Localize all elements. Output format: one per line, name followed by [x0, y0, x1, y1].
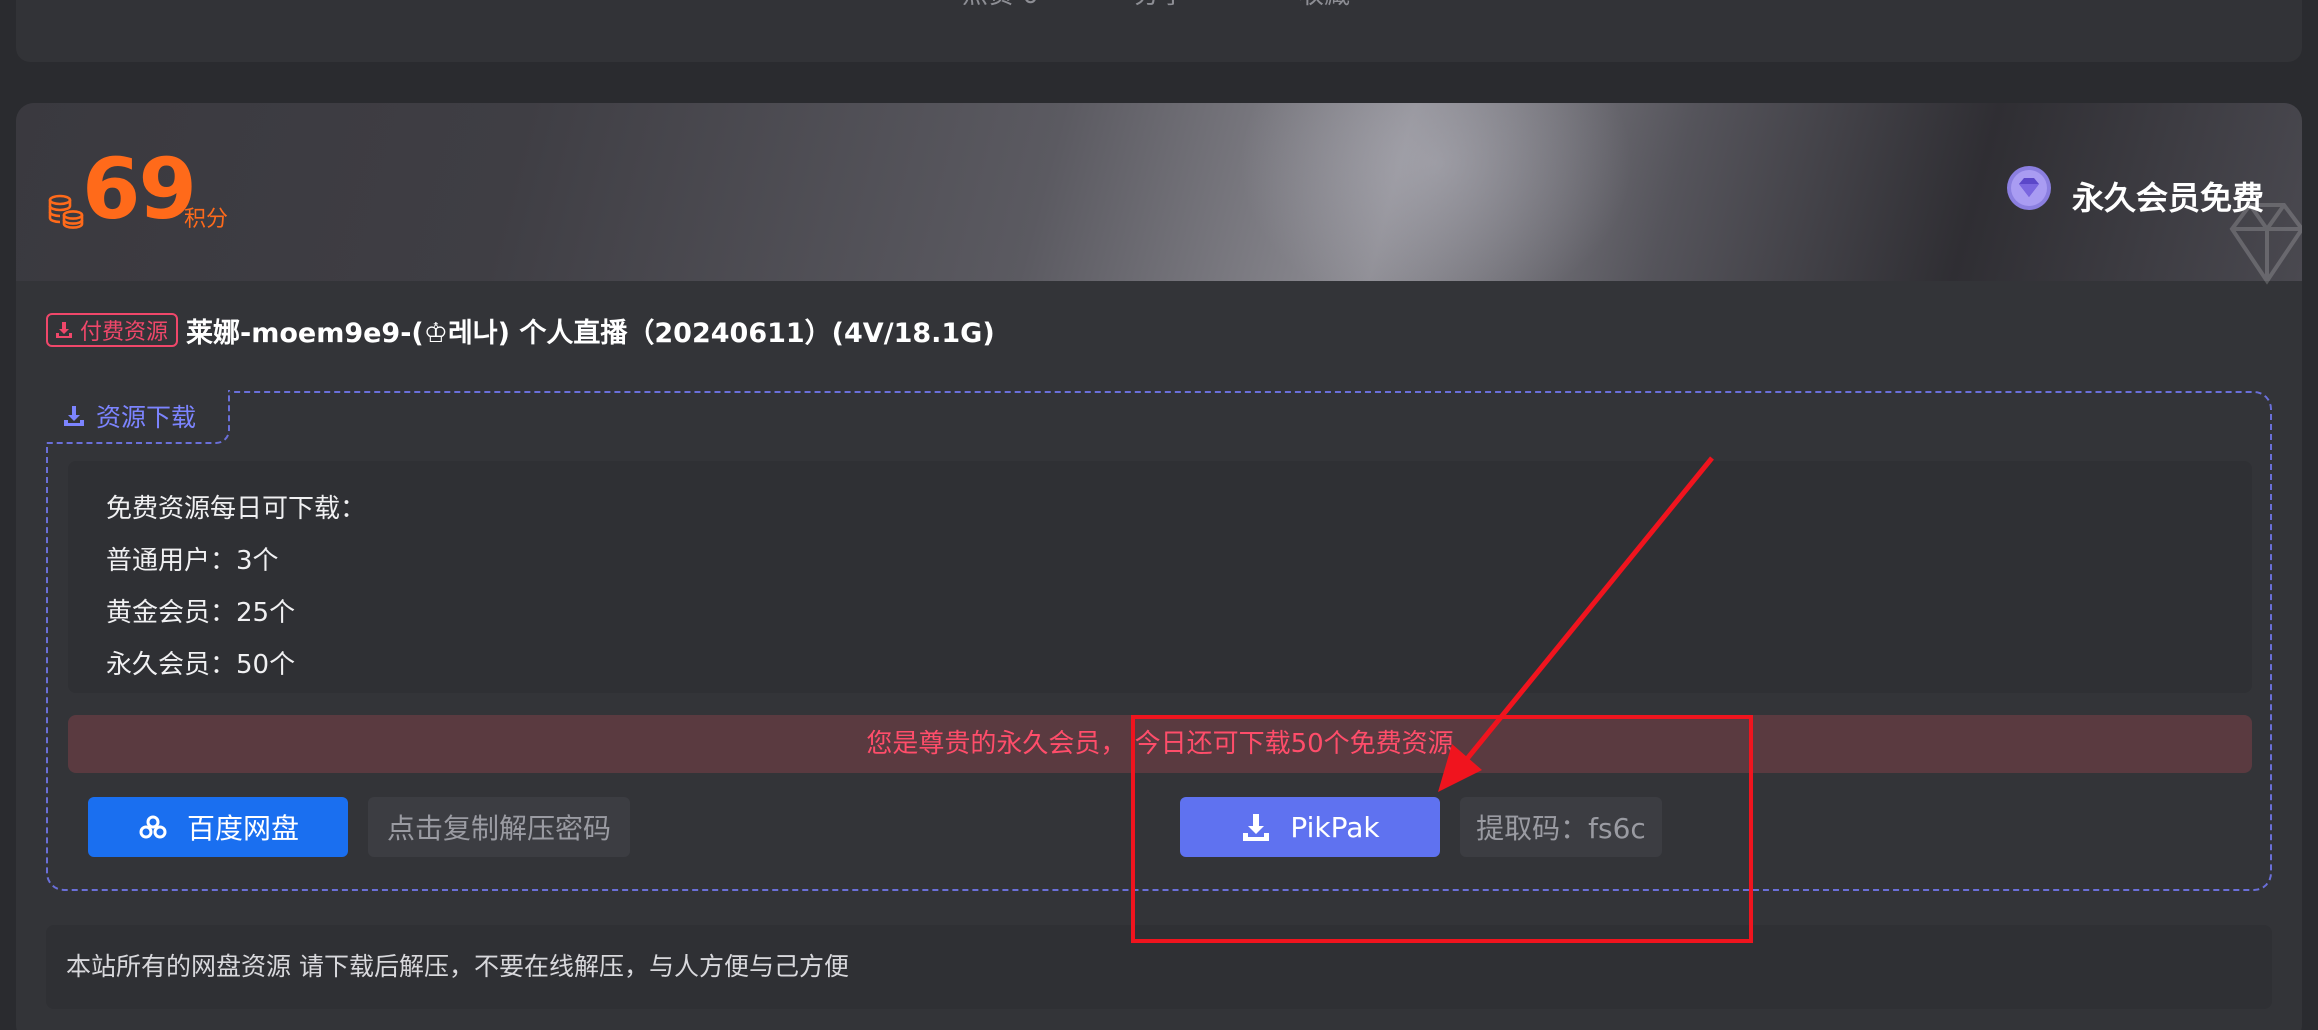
coins-icon [48, 194, 84, 229]
points-value: 69 [82, 140, 197, 238]
favorite-tab[interactable]: 收藏 [1298, 0, 1350, 8]
baidu-netdisk-button[interactable]: 百度网盘 [88, 797, 348, 857]
quota-normal-user: 普通用户：3个 [106, 546, 279, 576]
action-bar: 点赞 0 分享 收藏 [16, 0, 2302, 62]
points-unit: 积分 [184, 207, 229, 232]
share-tab[interactable]: 分享 [1134, 0, 1186, 8]
copy-unzip-password-button[interactable]: 点击复制解压密码 [368, 797, 630, 857]
cloud-icon [139, 815, 167, 839]
banner-shine [16, 103, 2302, 281]
diamond-watermark-icon [2229, 203, 2302, 285]
download-tab-label: 资源下载 [96, 403, 197, 432]
diamond-icon [2007, 166, 2051, 210]
download-tab: 资源下载 [46, 390, 230, 444]
quota-gold-member: 黄金会员：25个 [106, 598, 296, 628]
page: 点赞 0 分享 收藏 69 积分 永久会员免 [0, 0, 2318, 1030]
resource-title: 莱娜-moem9e9-(♔레나) 个人直播（20240611）(4V/18.1G… [186, 318, 995, 349]
annotation-highlight-box [1131, 715, 1753, 943]
download-icon [64, 406, 84, 426]
quota-lifetime-member: 永久会员：50个 [106, 650, 296, 680]
download-icon [56, 322, 72, 338]
like-tab[interactable]: 点赞 0 [962, 0, 1039, 8]
paid-badge-label: 付费资源 [80, 320, 169, 345]
price-banner: 69 积分 永久会员免费 [16, 103, 2302, 285]
quota-heading: 免费资源每日可下载： [106, 494, 367, 524]
paid-resource-badge: 付费资源 [46, 313, 179, 347]
download-quota-panel [68, 461, 2252, 693]
baidu-netdisk-label: 百度网盘 [186, 812, 299, 845]
